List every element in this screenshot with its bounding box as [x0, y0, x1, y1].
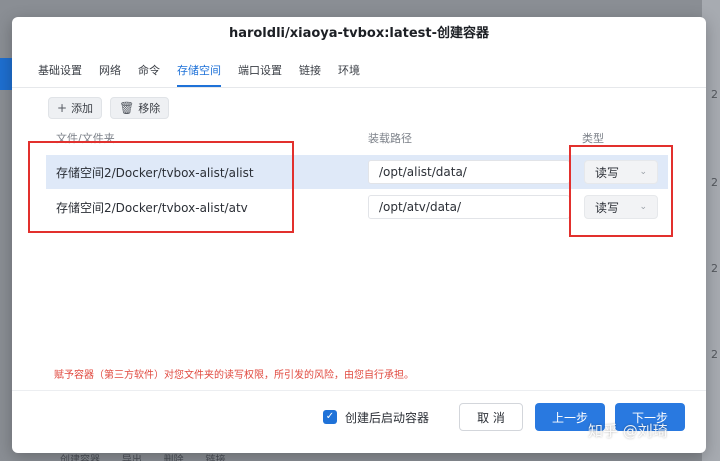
trash-icon: 🗑 [119, 101, 135, 115]
mount-path-input[interactable]: /opt/alist/data/ [368, 160, 570, 184]
dialog-title: haroldli/xiaoya-tvbox:latest-创建容器 [228, 26, 490, 41]
background-sidebar-accent [0, 58, 12, 90]
tab-storage[interactable]: 存储空间 [177, 57, 221, 87]
start-after-create-label: 创建后启动容器 [345, 411, 430, 425]
cancel-button[interactable]: 取 消 [459, 403, 523, 431]
tab-bar: 基础设置 网络 命令 存储空间 端口设置 链接 环境 [38, 57, 377, 87]
tab-environment[interactable]: 环境 [338, 57, 360, 87]
tab-links[interactable]: 链接 [299, 57, 321, 87]
tab-command[interactable]: 命令 [138, 57, 160, 87]
background-label: 2 [711, 262, 718, 275]
remove-button-label: 移除 [138, 102, 161, 115]
start-after-create-checkbox[interactable]: ✓ [323, 410, 337, 424]
column-header-type: 类型 [582, 132, 604, 145]
plus-icon: + [57, 101, 68, 115]
mount-path-input[interactable]: /opt/atv/data/ [368, 195, 570, 219]
add-button-label: 添加 [71, 102, 94, 115]
footer-divider [12, 390, 706, 391]
background-label: 2 [711, 88, 718, 101]
annotation-highlight-folders [28, 141, 294, 233]
tab-divider [12, 87, 706, 88]
watermark: 知乎 @刘琦 [588, 422, 668, 440]
column-header-mount-path: 装载路径 [368, 132, 412, 145]
tab-port-settings[interactable]: 端口设置 [238, 57, 282, 87]
remove-button[interactable]: 🗑 移除 [110, 97, 170, 119]
add-button[interactable]: + 添加 [48, 97, 103, 119]
tab-network[interactable]: 网络 [99, 57, 121, 87]
create-container-dialog: haroldli/xiaoya-tvbox:latest-创建容器 基础设置 网… [12, 17, 706, 453]
tab-basic-settings[interactable]: 基础设置 [38, 57, 82, 87]
background-label: 2 [711, 176, 718, 189]
background-label: 2 [711, 348, 718, 361]
annotation-highlight-permissions [569, 145, 673, 237]
permission-warning: 赋予容器（第三方软件）对您文件夹的读写权限，所引发的风险，由您自行承担。 [54, 370, 414, 381]
storage-toolbar: + 添加 🗑 移除 [48, 97, 170, 119]
